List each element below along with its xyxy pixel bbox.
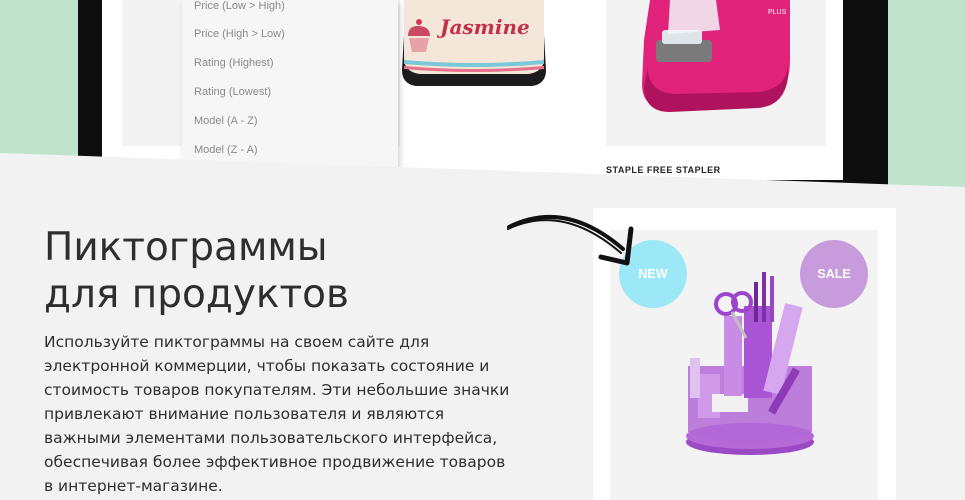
- badge-sale-icon: SALE: [800, 240, 868, 308]
- page-title: Пиктограммы для продуктов: [44, 224, 474, 318]
- title-line: Пиктограммы: [44, 225, 328, 270]
- curved-arrow-icon: [507, 215, 634, 266]
- feature-description: Используйте пиктограммы на своем сайте д…: [44, 333, 510, 495]
- desk-organizer-image[interactable]: [680, 266, 820, 458]
- title-line: для продуктов: [44, 272, 350, 317]
